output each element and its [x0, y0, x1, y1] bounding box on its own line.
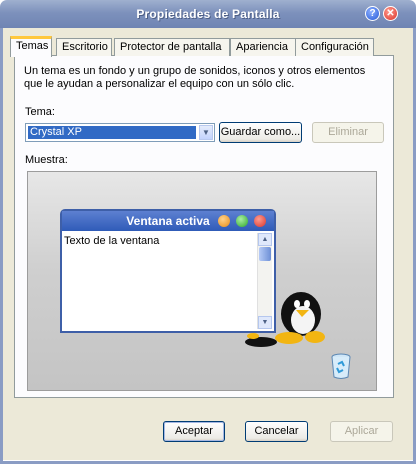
scroll-up-icon: ▲	[258, 233, 272, 246]
maximize-icon	[236, 215, 248, 227]
help-button[interactable]: ?	[365, 6, 380, 21]
recycle-bin-icon	[331, 353, 351, 379]
sample-label: Muestra:	[25, 154, 68, 166]
preview-scrollbar: ▲ ▼	[257, 233, 272, 329]
close-button[interactable]: ✕	[383, 6, 398, 21]
ok-button[interactable]: Aceptar	[163, 421, 225, 442]
tab-protector-de-pantalla[interactable]: Protector de pantalla	[114, 38, 230, 56]
display-properties-window: Propiedades de Pantalla ? ✕ Temas Escrit…	[0, 0, 416, 464]
scroll-down-icon: ▼	[258, 316, 272, 329]
preview-window-title-text: Ventana activa	[126, 214, 210, 228]
chevron-down-icon[interactable]: ▼	[199, 125, 213, 140]
minimize-icon	[218, 215, 230, 227]
description-line-1: Un tema es un fondo y un grupo de sonido…	[24, 65, 366, 77]
help-icon: ?	[369, 8, 376, 19]
delete-button[interactable]: Eliminar	[312, 122, 384, 143]
description-line-2: que le ayudan a personalizar el equipo c…	[24, 78, 295, 90]
tab-escritorio[interactable]: Escritorio	[56, 38, 112, 56]
theme-select[interactable]: Crystal XP ▼	[25, 123, 215, 142]
tab-temas[interactable]: Temas	[10, 36, 52, 57]
preview-active-window: Ventana activa Texto de la ventana ▲ ▼	[60, 209, 276, 333]
save-as-button[interactable]: Guardar como...	[219, 122, 302, 143]
preview-window-title: Ventana activa	[62, 211, 274, 231]
themes-description: Un tema es un fondo y un grupo de sonido…	[24, 65, 374, 91]
cancel-button[interactable]: Cancelar	[245, 421, 308, 442]
apply-button[interactable]: Aplicar	[330, 421, 393, 442]
preview-window-text: Texto de la ventana	[64, 235, 160, 247]
theme-select-value: Crystal XP	[28, 126, 196, 139]
theme-preview: Ventana activa Texto de la ventana ▲ ▼	[27, 171, 377, 391]
title-bar[interactable]: Propiedades de Pantalla ? ✕	[0, 0, 416, 28]
tab-configuracion[interactable]: Configuración	[295, 38, 374, 56]
theme-label: Tema:	[25, 106, 55, 118]
tab-apariencia[interactable]: Apariencia	[230, 38, 296, 56]
window-title: Propiedades de Pantalla	[136, 7, 280, 21]
close-icon	[254, 215, 266, 227]
close-icon: ✕	[386, 8, 395, 19]
scroll-thumb	[259, 247, 271, 261]
